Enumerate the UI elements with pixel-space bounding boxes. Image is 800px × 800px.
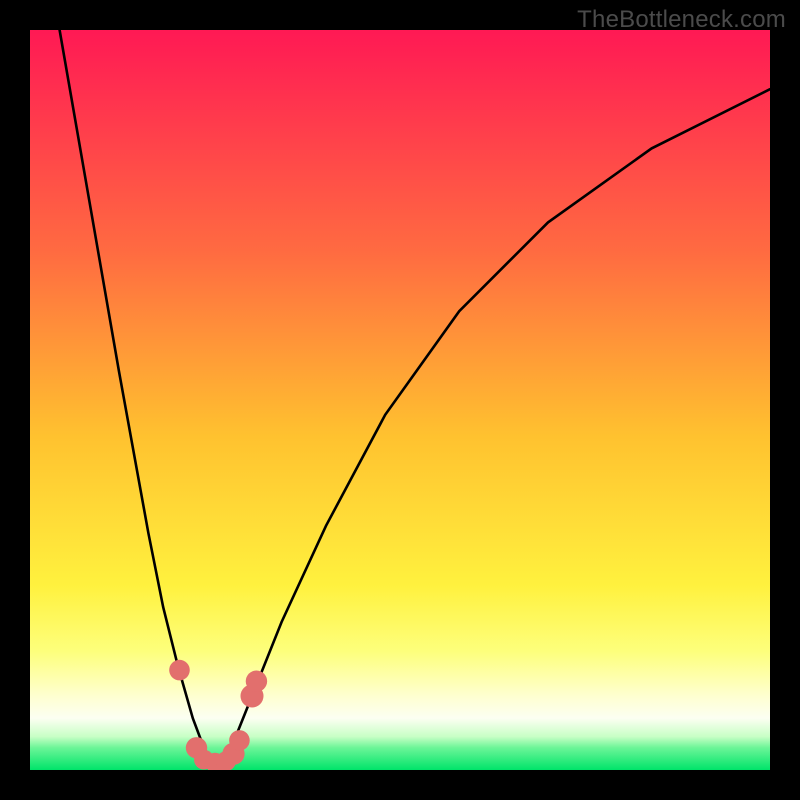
- bottleneck-curve: [30, 30, 770, 770]
- curve-path: [30, 30, 770, 761]
- plot-area: [30, 30, 770, 770]
- data-marker: [229, 730, 250, 751]
- watermark-text: TheBottleneck.com: [577, 6, 786, 34]
- data-marker: [169, 660, 190, 681]
- chart-frame: TheBottleneck.com: [0, 0, 800, 800]
- data-marker: [246, 671, 267, 692]
